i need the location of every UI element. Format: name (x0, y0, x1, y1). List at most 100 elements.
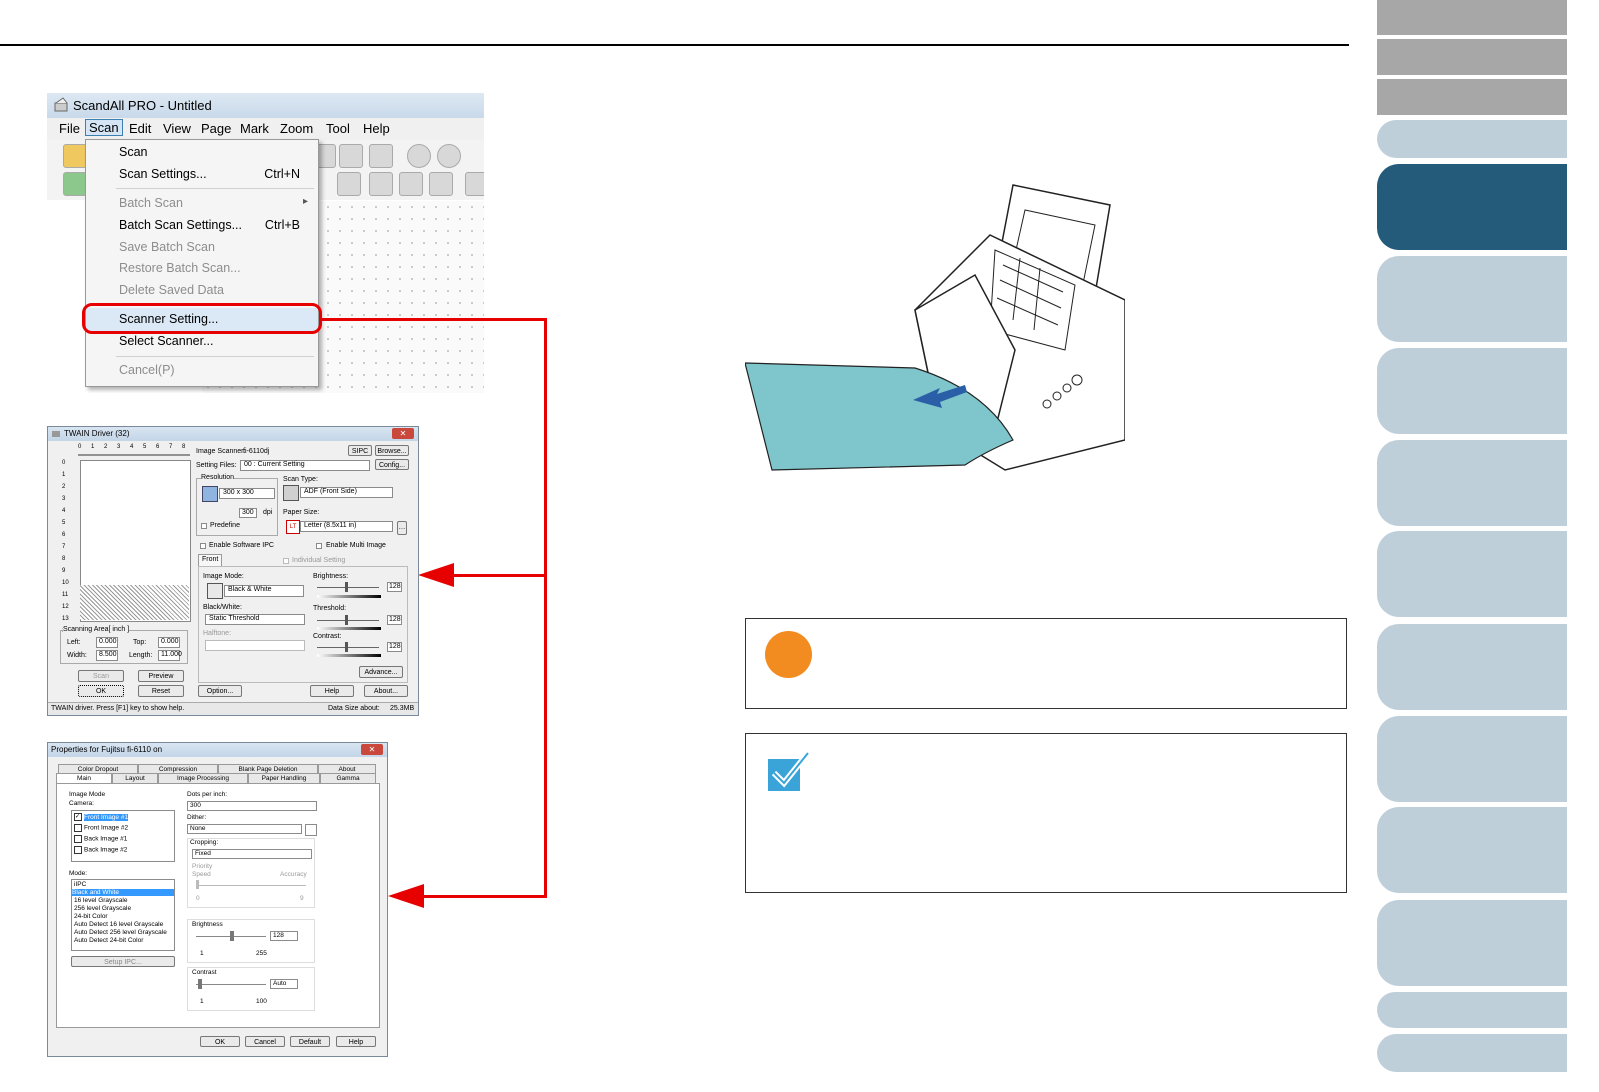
nav-tab-9[interactable] (1377, 531, 1567, 617)
threshold-slider[interactable] (317, 620, 379, 621)
mode-item[interactable]: 16 level Grayscale (74, 897, 127, 904)
option-button[interactable]: Option... (198, 685, 242, 697)
mode-item[interactable]: Auto Detect 24-bit Color (74, 937, 143, 944)
open-folder-icon[interactable] (63, 144, 87, 168)
menu-zoom[interactable]: Zoom (280, 121, 313, 136)
menu-page[interactable]: Page (201, 121, 231, 136)
page-replace-icon[interactable] (399, 172, 423, 196)
nav-tab-7[interactable] (1377, 348, 1567, 434)
menu-file[interactable]: File (59, 121, 80, 136)
tab-gamma[interactable]: Gamma (320, 773, 376, 783)
rotate-left-icon[interactable] (407, 144, 431, 168)
menu-edit[interactable]: Edit (129, 121, 151, 136)
menu-mark[interactable]: Mark (240, 121, 269, 136)
paste-icon[interactable] (339, 144, 363, 168)
top-input[interactable]: 0.000 (158, 637, 180, 648)
help-button[interactable]: Help (336, 1036, 376, 1047)
reset-button[interactable]: Reset (138, 685, 184, 697)
contrast-slider-thumb[interactable] (345, 642, 348, 652)
contrast-slider[interactable] (196, 984, 266, 985)
paper-size-select[interactable]: Letter (8.5x11 in) (300, 521, 393, 532)
help-button[interactable]: Help (310, 685, 354, 697)
image-mode-select[interactable]: Black & White (224, 585, 304, 597)
mode-item[interactable]: 24-bit Color (74, 913, 108, 920)
preview-button[interactable]: Preview (138, 670, 184, 682)
camera-item[interactable]: Back Image #1 (74, 835, 127, 843)
mode-item[interactable]: Auto Detect 16 level Grayscale (74, 921, 163, 928)
mode-item[interactable]: 256 level Grayscale (74, 905, 131, 912)
default-button[interactable]: Default (290, 1036, 330, 1047)
tab-main[interactable]: Main (56, 773, 112, 783)
rotate-right-icon[interactable] (437, 144, 461, 168)
tab-paper-handling[interactable]: Paper Handling (248, 773, 320, 783)
nav-tab-15[interactable] (1377, 1034, 1567, 1072)
mode-item[interactable]: iIPC (74, 881, 86, 888)
menu-item-batch-scan-settings[interactable]: Batch Scan Settings... (119, 218, 242, 232)
ok-button[interactable]: OK (78, 685, 124, 697)
nav-tab-active[interactable] (1377, 164, 1567, 250)
nav-tab-13[interactable] (1377, 900, 1567, 986)
brightness-slider[interactable] (317, 587, 379, 588)
mode-item[interactable]: Auto Detect 256 level Grayscale (74, 929, 167, 936)
camera-item[interactable]: Back Image #2 (74, 846, 127, 854)
brightness-slider-thumb[interactable] (345, 582, 348, 592)
config-button[interactable]: Config... (375, 459, 409, 470)
dpi-input[interactable]: 300 (239, 508, 257, 518)
close-icon[interactable]: ✕ (361, 744, 383, 755)
setting-files-select[interactable]: 00 : Current Setting (240, 460, 370, 471)
nav-tab-6[interactable] (1377, 256, 1567, 342)
page-append-icon[interactable] (369, 172, 393, 196)
brightness-slider-thumb[interactable] (230, 931, 234, 941)
ok-button[interactable]: OK (200, 1036, 240, 1047)
menu-tool[interactable]: Tool (326, 121, 350, 136)
dpi-select[interactable]: 300 (187, 801, 317, 811)
nav-tab-3[interactable] (1377, 79, 1567, 115)
threshold-slider-thumb[interactable] (345, 615, 348, 625)
dither-select[interactable]: None (187, 824, 302, 834)
menu-item-scan-settings[interactable]: Scan Settings... (119, 167, 207, 181)
nav-tab-14[interactable] (1377, 992, 1567, 1028)
contrast-slider-thumb[interactable] (198, 979, 202, 989)
length-input[interactable]: 11.000 (158, 650, 182, 661)
nav-tab-1[interactable] (1377, 0, 1567, 35)
camera-list[interactable]: ✓ Front Image #1 Front Image #2 Back Imag… (71, 810, 175, 862)
menu-item-select-scanner[interactable]: Select Scanner... (119, 334, 214, 348)
scan-button[interactable]: Scan (78, 670, 124, 682)
camera-item[interactable]: ✓ Front Image #1 (74, 813, 129, 821)
menu-item-scan[interactable]: Scan (119, 145, 148, 159)
scan-icon[interactable] (63, 172, 87, 196)
mode-list[interactable]: iIPC Black and White 16 level Grayscale 256… (71, 879, 175, 951)
nav-tab-10[interactable] (1377, 624, 1567, 710)
nav-tab-4[interactable] (1377, 120, 1567, 158)
about-button[interactable]: About... (364, 685, 408, 697)
advance-button[interactable]: Advance... (359, 666, 403, 678)
nav-tab-11[interactable] (1377, 716, 1567, 802)
width-input[interactable]: 8.500 (96, 650, 118, 661)
brightness-spin[interactable]: 128 (270, 931, 298, 941)
nav-tab-12[interactable] (1377, 807, 1567, 893)
threshold-value[interactable]: 128 (387, 615, 402, 625)
software-ipc-checkbox[interactable] (200, 543, 206, 549)
page-insert-icon[interactable] (337, 172, 361, 196)
menu-view[interactable]: View (163, 121, 191, 136)
tab-layout[interactable]: Layout (112, 773, 158, 783)
contrast-slider[interactable] (317, 647, 379, 648)
close-icon[interactable]: ✕ (392, 428, 414, 439)
menu-scan[interactable]: Scan (85, 119, 123, 136)
camera-item[interactable]: Front Image #2 (74, 824, 128, 832)
cropping-select[interactable]: Fixed (192, 849, 312, 859)
brightness-value[interactable]: 128 (387, 582, 402, 592)
nav-tab-8[interactable] (1377, 440, 1567, 526)
left-input[interactable]: 0.000 (96, 637, 118, 648)
menu-help[interactable]: Help (363, 121, 390, 136)
nav-tab-2[interactable] (1377, 39, 1567, 75)
contrast-spin[interactable]: Auto (270, 979, 298, 989)
black-white-select[interactable]: Static Threshold (205, 614, 305, 625)
dither-options-button[interactable] (305, 824, 317, 836)
setup-ipc-button[interactable]: Setup IPC... (71, 956, 175, 967)
clipboard-icon[interactable] (369, 144, 393, 168)
mode-item[interactable]: Black and White (72, 889, 174, 896)
predefine-checkbox[interactable] (201, 523, 207, 529)
resolution-select[interactable]: 300 x 300 (219, 488, 275, 499)
scan-type-select[interactable]: ADF (Front Side) (300, 487, 393, 498)
